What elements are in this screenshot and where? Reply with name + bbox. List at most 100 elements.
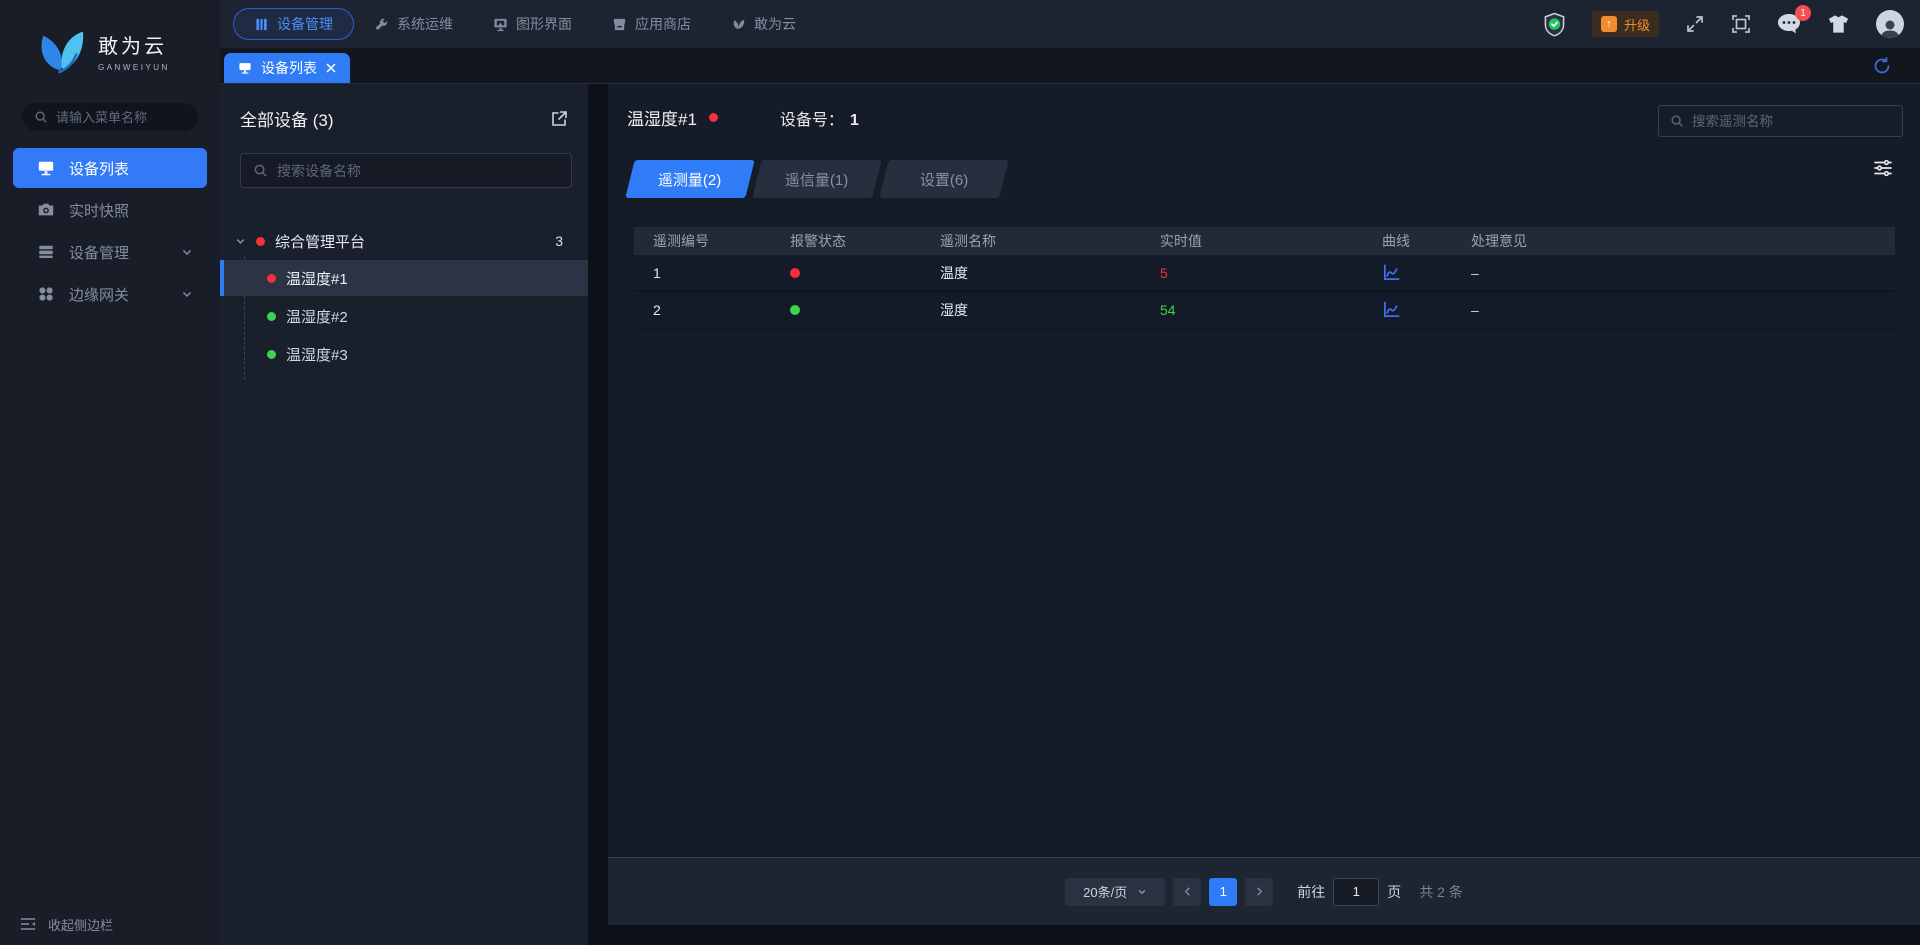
telemetry-search-input[interactable] (1692, 114, 1891, 129)
tree-item-label: 温湿度#2 (286, 306, 348, 327)
sidebar-nav: 设备列表 实时快照 设备管理 (0, 148, 220, 314)
sidebar-item-edge-gateway[interactable]: 边缘网关 (13, 274, 207, 314)
goto-page-input[interactable] (1333, 878, 1379, 906)
alarm-dot-green (790, 302, 940, 318)
topnav-label: 应用商店 (635, 14, 691, 34)
messages-button[interactable]: 1 (1777, 13, 1801, 35)
cell-telemetry-no: 1 (653, 265, 790, 281)
search-icon (253, 163, 268, 178)
device-tree: 综合管理平台 3 温湿度#1 温湿度#2 温湿度#3 (220, 228, 588, 372)
user-avatar[interactable] (1876, 10, 1904, 38)
upgrade-button[interactable]: ↑ 升级 (1592, 11, 1659, 37)
chevron-right-icon (1254, 886, 1265, 897)
tree-root-node[interactable]: 综合管理平台 3 (220, 228, 588, 254)
topnav-label: 系统运维 (397, 14, 453, 34)
cell-opinion: – (1471, 302, 1895, 318)
topnav-ganweiyun[interactable]: 敢为云 (711, 8, 816, 40)
telemetry-tabs: 遥测量(2) 遥信量(1) 设置(6) (630, 160, 1920, 198)
close-icon[interactable] (326, 63, 336, 73)
logo-title: 敢为云 (98, 30, 170, 59)
sidebar-item-label: 设备列表 (69, 158, 193, 179)
curve-chart-icon[interactable] (1382, 263, 1402, 283)
device-number: 设备号：1 (780, 106, 859, 130)
sidebar-item-device-list[interactable]: 设备列表 (13, 148, 207, 188)
table-row: 1 温度 5 – (634, 255, 1895, 292)
topbar: 设备管理 系统运维 图形界面 (220, 0, 1920, 48)
topnav-label: 图形界面 (516, 14, 572, 34)
chevron-down-icon (1137, 887, 1147, 897)
topnav-graphic-ui[interactable]: 图形界面 (473, 8, 592, 40)
layers-icon (37, 243, 55, 261)
monitor-icon (37, 159, 55, 177)
sidebar-item-label: 边缘网关 (69, 284, 181, 305)
external-link-icon[interactable] (549, 109, 569, 129)
topnav-app-store[interactable]: 应用商店 (592, 8, 711, 40)
topbar-actions: ↑ 升级 1 (1543, 10, 1904, 38)
col-header: 遥测编号 (653, 231, 790, 251)
page-size-select[interactable]: 20条/页 (1065, 878, 1165, 906)
sidebar-item-snapshot[interactable]: 实时快照 (13, 190, 207, 230)
sidebar-search-input[interactable] (56, 110, 186, 125)
top-nav: 设备管理 系统运维 图形界面 (233, 8, 816, 40)
curve-chart-icon[interactable] (1382, 300, 1402, 320)
table-row: 2 湿度 54 – (634, 292, 1895, 329)
cell-telemetry-name: 湿度 (940, 300, 1160, 320)
page-unit-label: 页 (1387, 882, 1401, 902)
main-panel: 温湿度#1 设备号：1 (608, 84, 1920, 925)
device-search[interactable] (240, 153, 572, 188)
monitor-icon (238, 61, 252, 75)
tab-settings[interactable]: 设置(6) (879, 160, 1008, 198)
device-number-label: 设备号： (780, 112, 844, 129)
main-region: 温湿度#1 设备号：1 (608, 84, 1920, 945)
chevron-down-icon (181, 246, 193, 258)
wrench-icon (374, 17, 389, 32)
status-dot-red (267, 274, 276, 283)
bars-icon (254, 17, 269, 32)
tab-telemetry[interactable]: 遥测量(2) (625, 160, 754, 198)
tab-telesignal[interactable]: 遥信量(1) (752, 160, 881, 198)
next-page-button[interactable] (1245, 878, 1273, 906)
screen-icon (493, 17, 508, 32)
page-size-value: 20条/页 (1083, 882, 1127, 901)
frame-capture-icon[interactable] (1731, 14, 1751, 34)
prev-page-button[interactable] (1173, 878, 1201, 906)
pager: 20条/页 1 前往 页 共 2 条 (1065, 878, 1463, 906)
tree-item-device-3[interactable]: 温湿度#3 (220, 336, 588, 372)
app-root: 敢为云 GANWEIYUN 设备列表 (0, 0, 1920, 945)
fullscreen-expand-icon[interactable] (1685, 14, 1705, 34)
table-header-row: 遥测编号 报警状态 遥测名称 实时值 曲线 处理意见 (634, 227, 1895, 255)
search-icon (1670, 114, 1684, 128)
tree-item-label: 温湿度#1 (286, 268, 348, 289)
tree-item-device-1[interactable]: 温湿度#1 (220, 260, 588, 296)
theme-shirt-icon[interactable] (1827, 14, 1850, 34)
cell-realtime-value: 54 (1160, 302, 1382, 318)
chevron-left-icon (1182, 886, 1193, 897)
col-header: 实时值 (1160, 231, 1382, 251)
device-search-input[interactable] (277, 163, 559, 179)
tree-item-label: 温湿度#3 (286, 344, 348, 365)
topnav-device-manage[interactable]: 设备管理 (233, 8, 354, 40)
tree-item-device-2[interactable]: 温湿度#2 (220, 298, 588, 334)
security-shield-icon[interactable] (1543, 12, 1566, 37)
telemetry-search[interactable] (1658, 105, 1903, 137)
sidebar-item-device-manage[interactable]: 设备管理 (13, 232, 207, 272)
filter-sliders-icon[interactable] (1873, 158, 1893, 178)
page-number-current[interactable]: 1 (1209, 878, 1237, 906)
sidebar-item-label: 设备管理 (69, 242, 181, 263)
store-icon (612, 17, 627, 32)
worktab-device-list[interactable]: 设备列表 (224, 53, 350, 83)
cell-telemetry-name: 温度 (940, 263, 1160, 283)
telemetry-table: 遥测编号 报警状态 遥测名称 实时值 曲线 处理意见 1 温度 5 (634, 227, 1895, 329)
topnav-system-ops[interactable]: 系统运维 (354, 8, 473, 40)
col-header: 遥测名称 (940, 231, 1160, 251)
chevron-down-icon[interactable] (235, 236, 246, 247)
device-panel-title: 全部设备 (3) (240, 106, 334, 131)
sidebar: 敢为云 GANWEIYUN 设备列表 (0, 0, 220, 945)
tree-children: 温湿度#1 温湿度#2 温湿度#3 (220, 260, 588, 372)
tab-label: 遥信量(1) (785, 169, 848, 190)
sidebar-search[interactable] (22, 103, 198, 131)
worktab-label: 设备列表 (261, 58, 317, 78)
cell-opinion: – (1471, 265, 1895, 281)
collapse-sidebar-button[interactable]: 收起侧边栏 (0, 903, 220, 945)
refresh-icon[interactable] (1872, 56, 1892, 76)
